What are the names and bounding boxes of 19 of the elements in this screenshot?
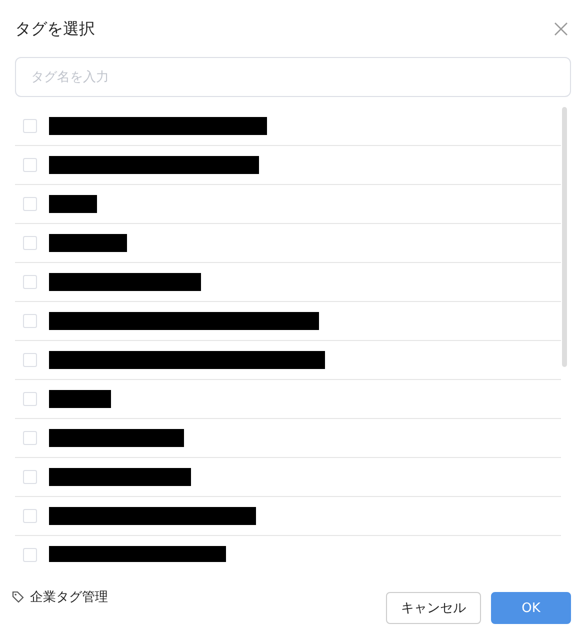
checkbox[interactable] (23, 509, 37, 523)
dialog-title: タグを選択 (15, 18, 95, 40)
search-field[interactable]: タグ名を入力 (15, 57, 571, 97)
checkbox[interactable] (23, 236, 37, 250)
checkbox[interactable] (23, 470, 37, 484)
scrollbar[interactable] (562, 107, 567, 367)
manage-tags-link[interactable]: 企業タグ管理 (30, 588, 108, 606)
checkbox[interactable] (23, 275, 37, 289)
checkbox[interactable] (23, 548, 37, 562)
tag-icon (12, 591, 24, 603)
checkbox[interactable] (23, 119, 37, 133)
checkbox[interactable] (23, 392, 37, 406)
close-icon[interactable] (554, 22, 568, 36)
checkbox[interactable] (23, 314, 37, 328)
cancel-button[interactable]: キャンセル (386, 592, 481, 624)
checkbox[interactable] (23, 353, 37, 367)
checkbox[interactable] (23, 158, 37, 172)
checkbox[interactable] (23, 197, 37, 211)
checkbox[interactable] (23, 431, 37, 445)
